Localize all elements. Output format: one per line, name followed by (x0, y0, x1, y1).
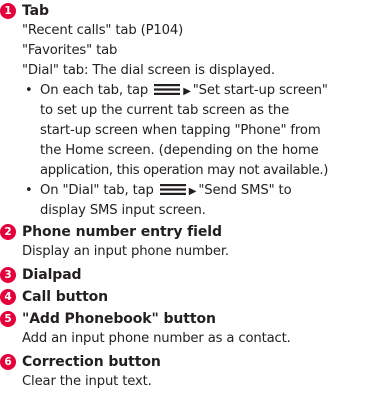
item-1-title: Tab (22, 3, 49, 19)
item-1-number-badge: 1 (0, 3, 16, 19)
item-6-number-badge: 6 (0, 354, 16, 370)
menu-icon (159, 184, 186, 195)
item-6-line-1: Clear the input text. (22, 374, 152, 389)
item-1-bullet-2-line-2: display SMS input screen. (40, 203, 206, 218)
item-5-number-badge: 5 (0, 311, 16, 327)
item-5-line-1: Add an input phone number as a contact. (22, 331, 291, 346)
arrow-right-icon: ▶ (183, 86, 191, 97)
item-4-number-badge: 4 (0, 289, 16, 305)
bullet-1-first-rest: "Set start-up screen" (192, 83, 328, 98)
item-1-line-2: "Favorites" tab (22, 43, 118, 58)
bullet-marker: • (25, 183, 33, 198)
menu-icon (154, 84, 181, 95)
item-1-bullet-1-line-3: start-up screen when tapping "Phone" fro… (40, 123, 321, 138)
item-1-line-1: "Recent calls" tab (P104) (22, 23, 184, 38)
arrow-right-icon: ▶ (188, 186, 197, 197)
item-1-bullet-2-first-line: On "Dial" tab, tap ▶ "Send SMS" to (40, 181, 292, 202)
item-1-line-3: "Dial" tab: The dial screen is displayed… (22, 63, 275, 78)
item-6-title: Correction button (22, 354, 161, 370)
item-2-number-badge: 2 (0, 224, 16, 240)
item-3-number-badge: 3 (0, 267, 16, 283)
item-2-title: Phone number entry field (22, 224, 222, 240)
item-1-bullet-1-line-5: application, this operation may not avai… (40, 163, 329, 178)
item-5-title: "Add Phonebook" button (22, 311, 216, 327)
bullet-2-lead: On "Dial" tab, tap (40, 183, 154, 198)
item-1-bullet-1-line-2: to set up the current tab screen as the (40, 103, 290, 118)
item-3-title: Dialpad (22, 267, 82, 283)
item-1-bullet-1-line-4: the Home screen. (depending on the home (40, 143, 319, 158)
bullet-marker: • (25, 83, 33, 98)
bullet-2-first-rest: "Send SMS" to (198, 183, 292, 198)
bullet-1-lead: On each tab, tap (40, 83, 149, 98)
item-1-bullet-1-first-line: On each tab, tap ▶ "Set start-up screen" (40, 81, 328, 102)
item-2-line-1: Display an input phone number. (22, 244, 229, 259)
item-4-title: Call button (22, 289, 109, 305)
